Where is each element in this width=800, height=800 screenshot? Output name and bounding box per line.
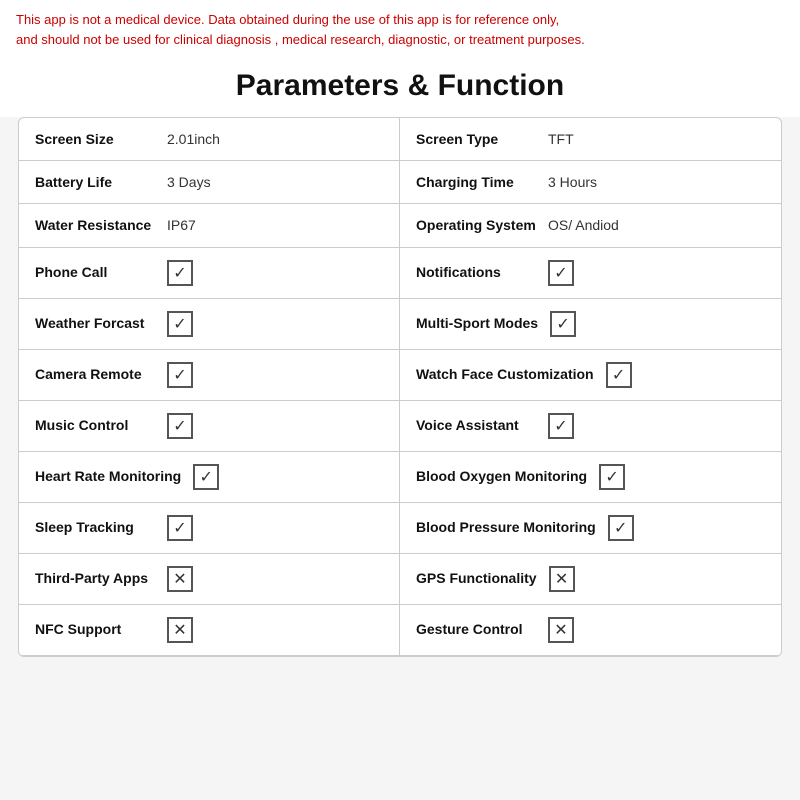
table-cell-3-left: Phone Call (19, 248, 400, 299)
table-cell-0-right: Screen Type TFT (400, 118, 781, 161)
checkmark-yes-icon (548, 413, 574, 439)
table-cell-5-left: Camera Remote (19, 350, 400, 401)
cell-label-5-right: Watch Face Customization (416, 365, 594, 383)
cell-label-4-left: Weather Forcast (35, 314, 155, 332)
title-section: Parameters & Function (0, 59, 800, 117)
table-cell-5-right: Watch Face Customization (400, 350, 781, 401)
table-cell-9-left: Third-Party Apps (19, 554, 400, 605)
cell-label-10-left: NFC Support (35, 620, 155, 638)
checkmark-yes-icon (167, 413, 193, 439)
table-cell-6-right: Voice Assistant (400, 401, 781, 452)
parameters-table: Screen Size 2.01inch Screen Type TFT Battery… (18, 117, 782, 657)
checkmark-yes-icon (193, 464, 219, 490)
table-cell-9-right: GPS Functionality (400, 554, 781, 605)
table-cell-4-right: Multi-Sport Modes (400, 299, 781, 350)
cell-value-1-right: 3 Hours (548, 174, 765, 190)
table-cell-0-left: Screen Size 2.01inch (19, 118, 400, 161)
table-cell-2-left: Water Resistance IP67 (19, 204, 400, 247)
cell-label-4-right: Multi-Sport Modes (416, 314, 538, 332)
checkmark-yes-icon (550, 311, 576, 337)
cell-label-8-right: Blood Pressure Monitoring (416, 518, 596, 536)
cell-label-9-right: GPS Functionality (416, 569, 537, 587)
cell-label-3-left: Phone Call (35, 263, 155, 281)
cell-label-1-left: Battery Life (35, 173, 155, 191)
checkmark-no-icon (167, 566, 193, 592)
cell-label-6-right: Voice Assistant (416, 416, 536, 434)
cell-value-2-right: OS/ Andiod (548, 217, 765, 233)
cell-label-10-right: Gesture Control (416, 620, 536, 638)
table-cell-10-right: Gesture Control (400, 605, 781, 656)
table-cell-8-left: Sleep Tracking (19, 503, 400, 554)
cell-label-8-left: Sleep Tracking (35, 518, 155, 536)
table-cell-3-right: Notifications (400, 248, 781, 299)
cell-label-0-left: Screen Size (35, 130, 155, 148)
table-cell-8-right: Blood Pressure Monitoring (400, 503, 781, 554)
cell-label-7-right: Blood Oxygen Monitoring (416, 467, 587, 485)
cell-label-0-right: Screen Type (416, 130, 536, 148)
checkmark-yes-icon (167, 515, 193, 541)
table-cell-4-left: Weather Forcast (19, 299, 400, 350)
table-cell-2-right: Operating System OS/ Andiod (400, 204, 781, 247)
table-cell-10-left: NFC Support (19, 605, 400, 656)
cell-label-2-right: Operating System (416, 216, 536, 234)
checkmark-no-icon (167, 617, 193, 643)
cell-value-0-right: TFT (548, 131, 765, 147)
page-title: Parameters & Function (0, 69, 800, 103)
cell-label-3-right: Notifications (416, 263, 536, 281)
cell-label-9-left: Third-Party Apps (35, 569, 155, 587)
table-cell-7-left: Heart Rate Monitoring (19, 452, 400, 503)
checkmark-no-icon (549, 566, 575, 592)
cell-label-1-right: Charging Time (416, 173, 536, 191)
table-cell-1-left: Battery Life 3 Days (19, 161, 400, 204)
cell-label-2-left: Water Resistance (35, 216, 155, 234)
checkmark-yes-icon (548, 260, 574, 286)
table-cell-1-right: Charging Time 3 Hours (400, 161, 781, 204)
cell-value-2-left: IP67 (167, 217, 383, 233)
cell-value-0-left: 2.01inch (167, 131, 383, 147)
table-cell-7-right: Blood Oxygen Monitoring (400, 452, 781, 503)
checkmark-yes-icon (599, 464, 625, 490)
checkmark-no-icon (548, 617, 574, 643)
checkmark-yes-icon (167, 362, 193, 388)
cell-label-7-left: Heart Rate Monitoring (35, 467, 181, 485)
cell-value-1-left: 3 Days (167, 174, 383, 190)
cell-label-6-left: Music Control (35, 416, 155, 434)
disclaimer-text: This app is not a medical device. Data o… (0, 0, 800, 59)
checkmark-yes-icon (167, 311, 193, 337)
cell-label-5-left: Camera Remote (35, 365, 155, 383)
checkmark-yes-icon (167, 260, 193, 286)
table-cell-6-left: Music Control (19, 401, 400, 452)
checkmark-yes-icon (608, 515, 634, 541)
checkmark-yes-icon (606, 362, 632, 388)
